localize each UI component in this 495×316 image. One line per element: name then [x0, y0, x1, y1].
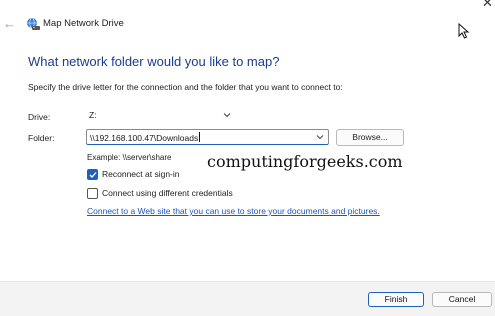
- page-title: What network folder would you like to ma…: [28, 54, 280, 69]
- watermark-text: computingforgeeks.com: [207, 152, 403, 171]
- folder-value: \\192.168.100.47\Downloads: [90, 133, 199, 143]
- mouse-pointer-icon: [458, 23, 470, 39]
- web-site-link[interactable]: Connect to a Web site that you can use t…: [87, 206, 380, 216]
- drive-label: Drive:: [28, 112, 51, 122]
- back-arrow-icon[interactable]: ←: [3, 17, 17, 31]
- credentials-checkbox-row[interactable]: Connect using different credentials: [87, 187, 233, 199]
- close-button[interactable]: ✕: [480, 0, 495, 10]
- window-title: Map Network Drive: [43, 18, 124, 29]
- chevron-down-icon[interactable]: [315, 131, 325, 143]
- checkmark-icon: [89, 171, 97, 178]
- credentials-checkbox[interactable]: [87, 187, 98, 199]
- drive-value: Z:: [89, 110, 97, 120]
- reconnect-checkbox-row[interactable]: Reconnect at sign-in: [87, 168, 180, 180]
- finish-button[interactable]: Finish: [368, 292, 424, 307]
- chevron-down-icon: [223, 113, 231, 118]
- reconnect-label: Reconnect at sign-in: [102, 169, 180, 179]
- network-drive-icon: [27, 17, 40, 30]
- cancel-button[interactable]: Cancel: [432, 292, 492, 307]
- folder-input[interactable]: \\192.168.100.47\Downloads: [86, 129, 329, 145]
- drive-select[interactable]: Z:: [86, 108, 234, 124]
- browse-button[interactable]: Browse...: [336, 129, 404, 146]
- reconnect-checkbox[interactable]: [87, 168, 98, 180]
- example-text: Example: \\server\share: [87, 153, 172, 162]
- text-caret: [199, 132, 201, 142]
- instruction-text: Specify the drive letter for the connect…: [28, 82, 343, 92]
- credentials-label: Connect using different credentials: [102, 188, 233, 198]
- folder-label: Folder:: [28, 133, 55, 143]
